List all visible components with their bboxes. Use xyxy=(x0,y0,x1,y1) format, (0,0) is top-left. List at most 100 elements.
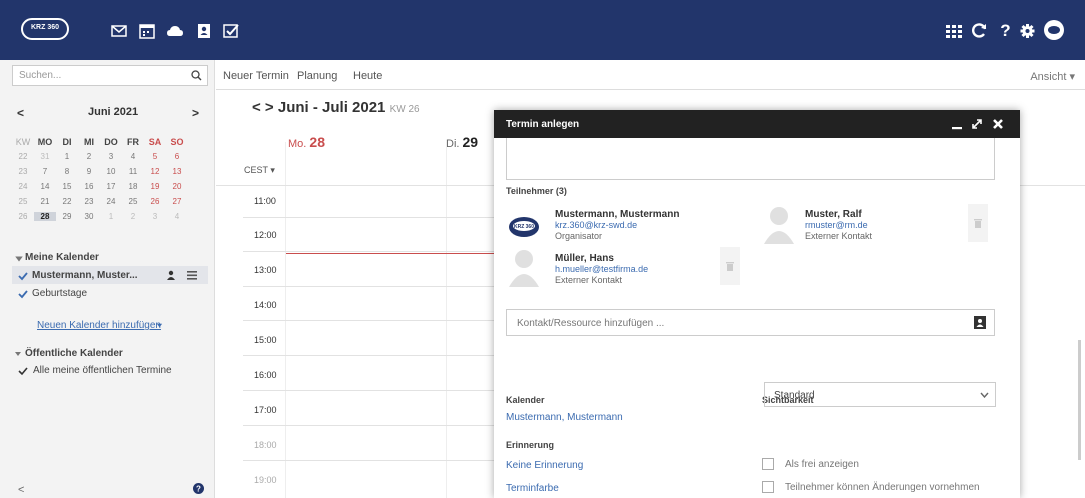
collapse-sidebar-button[interactable]: < xyxy=(18,484,24,496)
participant-role: Organisator xyxy=(555,231,603,241)
tasks-icon[interactable] xyxy=(222,22,240,40)
svg-text:?: ? xyxy=(196,485,201,494)
mini-calendar-header: KW MO DI MI DO FR SA SO xyxy=(15,136,184,147)
description-textarea[interactable] xyxy=(506,138,995,180)
participants-label: Teilnehmer (3) xyxy=(506,186,567,196)
show-as-free-label: Als frei anzeigen xyxy=(785,459,859,470)
settings-icon[interactable] xyxy=(1018,21,1037,40)
hour-line xyxy=(243,286,495,287)
participant-card: Mustermann, Mustermann krz.360@krz-swd.d… xyxy=(555,209,679,242)
checkmark-icon[interactable] xyxy=(18,289,28,299)
today-link[interactable]: Heute xyxy=(353,70,382,82)
trash-icon xyxy=(726,262,734,271)
participants-can-modify-label: Teilnehmer können Änderungen vornehmen xyxy=(785,482,980,493)
help-circle-icon[interactable]: ? xyxy=(193,483,204,494)
mini-calendar-week: 26 28 29 30 1 2 3 4 xyxy=(18,212,180,221)
collapse-chevron-icon[interactable] xyxy=(14,350,22,358)
visibility-select[interactable]: Standard xyxy=(764,382,996,407)
search-input[interactable]: Suchen... xyxy=(12,65,208,86)
toolbar-divider xyxy=(216,89,1085,90)
reminder-value-link[interactable]: Keine Erinnerung xyxy=(506,460,583,471)
hour-line xyxy=(243,320,495,321)
event-color-link[interactable]: Terminfarbe xyxy=(506,483,559,494)
hour-line xyxy=(243,390,495,391)
time-label: 13:00 xyxy=(254,265,277,275)
menu-icon[interactable] xyxy=(187,270,197,280)
participant-email[interactable]: h.mueller@testfirma.de xyxy=(555,264,648,275)
refresh-icon[interactable] xyxy=(970,21,989,40)
participant-email[interactable]: rmuster@rm.de xyxy=(805,220,872,231)
public-calendars-heading: Öffentliche Kalender xyxy=(25,348,123,359)
time-label: 14:00 xyxy=(254,300,277,310)
add-calendar-link[interactable]: Neuen Kalender hinzufügen xyxy=(37,320,161,331)
range-nav-arrows[interactable]: < > xyxy=(252,99,274,116)
mail-icon[interactable] xyxy=(110,22,128,40)
participant-card: Müller, Hans h.mueller@testfirma.de Exte… xyxy=(555,253,648,286)
maximize-icon[interactable] xyxy=(970,117,984,131)
hour-line xyxy=(243,460,495,461)
time-label: 11:00 xyxy=(254,196,276,206)
address-book-icon[interactable] xyxy=(974,316,986,329)
checkmark-icon[interactable] xyxy=(18,366,28,376)
calendar-item-mustermann[interactable]: Mustermann, Muster... xyxy=(12,266,208,284)
participant-email[interactable]: krz.360@krz-swd.de xyxy=(555,220,679,231)
reminder-label: Erinnerung xyxy=(506,440,555,450)
mini-calendar-today[interactable]: 28 xyxy=(34,212,56,221)
mini-calendar-week: 24 14 15 16 17 18 19 20 xyxy=(18,182,182,191)
participant-name: Muster, Ralf xyxy=(805,209,862,220)
close-icon[interactable] xyxy=(991,117,1005,131)
planning-link[interactable]: Planung xyxy=(297,70,337,82)
remove-participant-button[interactable] xyxy=(720,247,740,285)
calendar-icon[interactable] xyxy=(138,22,156,40)
prev-month-button[interactable]: < xyxy=(17,106,24,120)
person-icon[interactable] xyxy=(166,270,176,280)
organizer-avatar: KRZ 360 xyxy=(506,208,542,248)
visibility-value: Standard xyxy=(774,390,815,401)
hour-line xyxy=(243,425,495,426)
range-title: Juni - Juli 2021 xyxy=(277,99,386,116)
apps-grid-icon[interactable] xyxy=(944,21,963,40)
calendar-item-label: Mustermann, Muster... xyxy=(32,270,138,281)
dialog-title: Termin anlegen xyxy=(506,119,580,130)
show-as-free-checkbox[interactable] xyxy=(762,458,774,470)
help-icon[interactable]: ? xyxy=(996,21,1015,40)
add-contact-input[interactable]: Kontakt/Ressource hinzufügen ... xyxy=(506,309,995,336)
logo-text: KRZ 360 xyxy=(30,24,59,31)
timezone-selector[interactable]: CEST ▾ xyxy=(244,165,275,176)
person-silhouette-icon xyxy=(761,204,797,244)
calendar-range-header: < > Juni - Juli 2021 KW 26 xyxy=(252,99,420,116)
top-navigation-bar: KRZ 360 ? xyxy=(0,0,1085,60)
add-contact-placeholder: Kontakt/Ressource hinzufügen ... xyxy=(517,318,665,329)
svg-text:KRZ 360: KRZ 360 xyxy=(514,224,534,230)
scrollbar[interactable] xyxy=(1078,340,1081,460)
day-header-tuesday[interactable]: Di. 29 xyxy=(446,134,478,150)
birthdays-calendar[interactable]: Geburtstage xyxy=(32,288,87,299)
cloud-icon[interactable] xyxy=(166,22,184,40)
time-label: 12:00 xyxy=(254,230,277,240)
public-events-item[interactable]: Alle meine öffentlichen Termine xyxy=(33,365,172,376)
next-month-button[interactable]: > xyxy=(192,106,199,120)
mini-calendar-week: 25 21 22 23 24 25 26 27 xyxy=(18,197,182,206)
hour-line xyxy=(243,217,495,218)
view-menu[interactable]: Ansicht ▾ xyxy=(1030,70,1075,83)
new-event-link[interactable]: Neuer Termin xyxy=(223,70,289,82)
participants-can-modify-checkbox[interactable] xyxy=(762,481,774,493)
contacts-icon[interactable] xyxy=(195,22,213,40)
minimize-icon[interactable] xyxy=(950,117,964,131)
mini-calendar-week: 22 31 1 2 3 4 5 6 xyxy=(18,152,180,161)
time-label: 17:00 xyxy=(254,405,277,415)
participant-name: Müller, Hans xyxy=(555,253,614,264)
day-header-monday[interactable]: Mo. 28 xyxy=(288,134,325,150)
krz360-logo[interactable]: KRZ 360 xyxy=(21,18,69,40)
remove-participant-button[interactable] xyxy=(968,204,988,242)
participant-card: Muster, Ralf rmuster@rm.de Externer Kont… xyxy=(805,209,872,242)
dialog-header: Termin anlegen xyxy=(494,110,1020,138)
user-avatar-icon[interactable] xyxy=(1044,20,1064,40)
search-icon[interactable] xyxy=(191,70,202,81)
calendar-value-link[interactable]: Mustermann, Mustermann xyxy=(506,412,623,423)
caret-down-icon[interactable] xyxy=(156,322,163,329)
participant-role: Externer Kontakt xyxy=(805,231,873,241)
collapse-chevron-icon[interactable] xyxy=(14,254,24,264)
person-silhouette-icon xyxy=(506,247,542,287)
checkmark-icon[interactable] xyxy=(18,271,28,281)
